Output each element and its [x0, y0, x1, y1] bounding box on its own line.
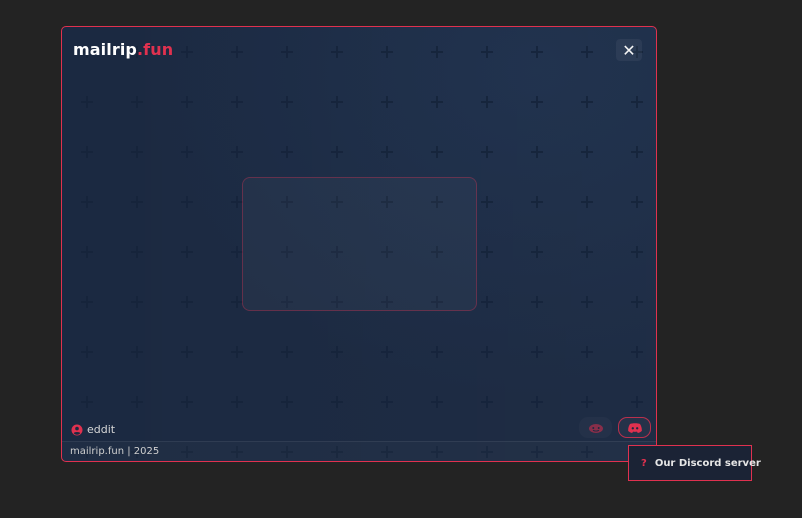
user-info: eddit — [71, 423, 115, 436]
content-panel — [242, 177, 477, 311]
question-icon: ? — [641, 457, 647, 469]
tooltip-label: Our Discord server — [654, 457, 761, 469]
discord-icon — [627, 422, 642, 433]
main-window: mailrip.fun ✕ eddit mailrip.fun | 2025 — [61, 26, 657, 462]
discord-button[interactable] — [618, 417, 651, 438]
username: eddit — [87, 423, 116, 436]
footer-text: mailrip.fun | 2025 — [70, 446, 160, 457]
discord-tooltip: ? Our Discord server — [628, 445, 761, 481]
logo: mailrip.fun — [73, 40, 173, 59]
user-circle-icon — [71, 424, 83, 435]
close-icon: ✕ — [622, 40, 636, 60]
reddit-icon — [588, 423, 603, 433]
logo-main: mailrip — [73, 40, 137, 59]
logo-accent: .fun — [136, 40, 174, 59]
footer: mailrip.fun | 2025 — [62, 441, 656, 461]
close-button[interactable]: ✕ — [616, 39, 642, 61]
reddit-button[interactable] — [579, 417, 612, 438]
